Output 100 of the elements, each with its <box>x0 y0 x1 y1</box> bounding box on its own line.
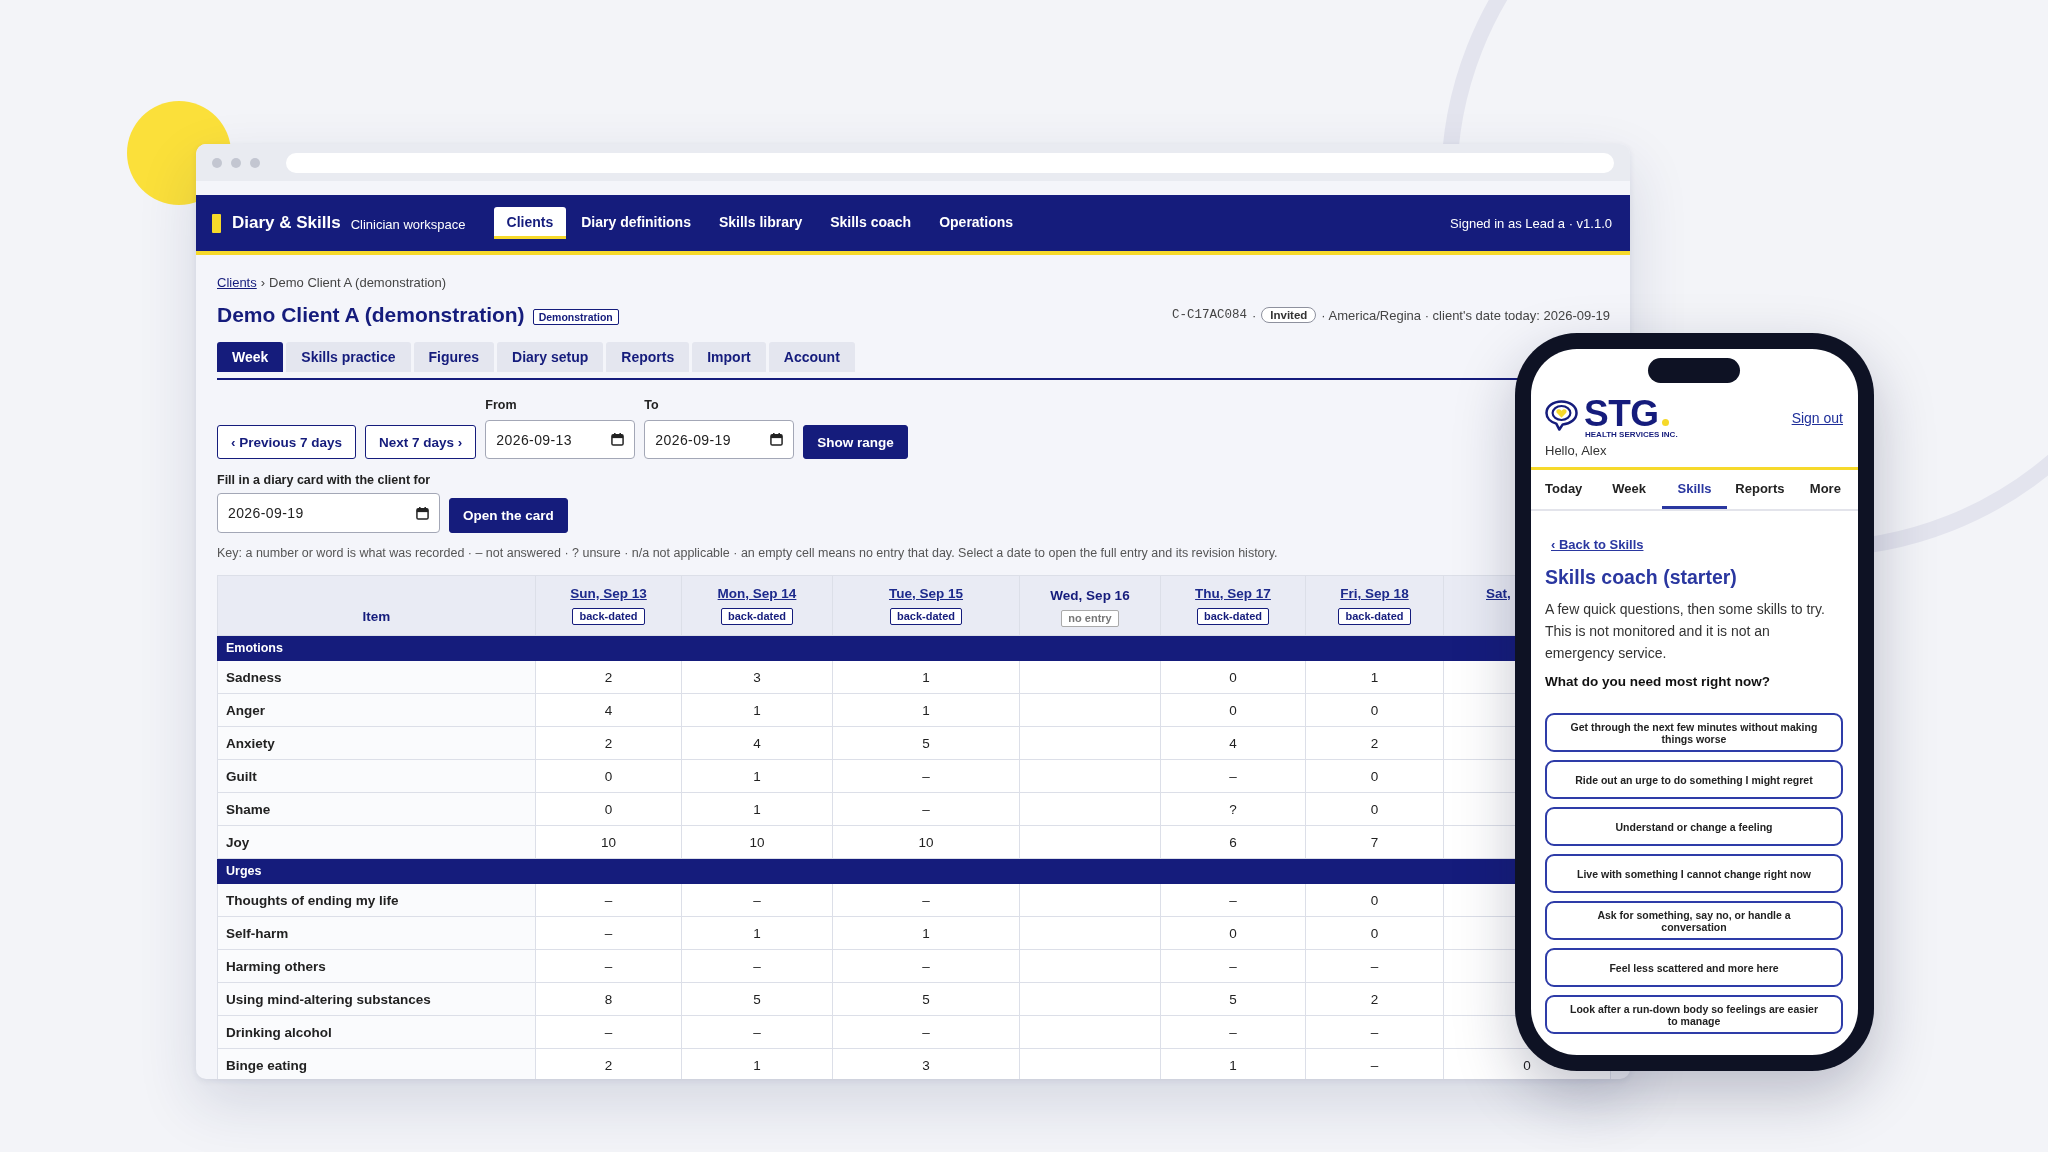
option-button[interactable]: Ride out an urge to do something I might regret <box>1545 760 1843 799</box>
cell-value: – <box>753 1024 761 1040</box>
option-button[interactable]: Live with something I cannot change right now <box>1545 854 1843 893</box>
option-button[interactable]: Ask for something, say no, or handle a conversation <box>1545 901 1843 940</box>
cell-value: 0 <box>604 768 613 784</box>
nav-tab[interactable]: Skills coach <box>817 207 925 239</box>
section-tab[interactable]: Account <box>768 342 855 372</box>
cell-value: 0 <box>604 801 613 817</box>
cell-value: 4 <box>604 702 613 718</box>
cell-value: 4 <box>1229 735 1237 751</box>
cell-value: – <box>1370 958 1379 974</box>
cell-value: 0 <box>1370 801 1379 817</box>
calendar-icon <box>416 506 429 520</box>
breadcrumb-separator: › <box>260 274 266 292</box>
cell-value: 4 <box>753 735 761 751</box>
section-tab[interactable]: Figures <box>413 342 495 372</box>
speech-heart-icon <box>1545 400 1578 431</box>
status-badge: Invited <box>1261 307 1317 323</box>
cell-value: – <box>1229 1024 1237 1040</box>
entry-badge: back-dated <box>1338 608 1411 625</box>
cell-value: 0 <box>1229 669 1237 685</box>
client-id: C-C17AC084 <box>1171 308 1247 322</box>
meta-text: · <box>1251 307 1257 323</box>
date-link[interactable]: Sat, <box>1486 585 1511 602</box>
phone-tab[interactable]: Reports <box>1727 470 1793 509</box>
date-field[interactable]: 2026-09-19 <box>217 493 440 533</box>
date-field[interactable]: 2026-09-13 <box>485 420 636 459</box>
cell-value: – <box>922 1024 930 1040</box>
field-label: Fill in a diary card with the client for <box>217 472 431 488</box>
cell-value: 2 <box>1370 735 1379 751</box>
cell-value: – <box>604 925 613 941</box>
nav-tab[interactable]: Operations <box>926 207 1027 239</box>
cell-value: – <box>604 892 613 908</box>
dot-icon <box>1661 419 1669 426</box>
cell-value: 2 <box>604 1057 613 1073</box>
entry-badge: no entry <box>1061 610 1119 627</box>
app-subtitle: Clinician workspace <box>350 217 466 232</box>
cell-value: – <box>604 1024 613 1040</box>
cell-value: 1 <box>1370 669 1379 685</box>
cell-value: 8 <box>604 991 613 1007</box>
option-button[interactable]: Understand or change a feeling <box>1545 807 1843 846</box>
cell-value: – <box>922 768 930 784</box>
row-label: Drinking alcohol <box>226 1025 332 1040</box>
phone-tab[interactable]: Today <box>1531 470 1597 509</box>
cell-value: 5 <box>922 735 930 751</box>
entry-badge: back-dated <box>1196 608 1270 625</box>
cell-value: – <box>1229 768 1237 784</box>
sign-out-link[interactable]: Sign out <box>1791 410 1843 426</box>
cell-value: – <box>604 958 613 974</box>
demonstration-badge: Demonstration <box>532 308 619 325</box>
date-link[interactable]: Sun, Sep 13 <box>570 585 647 602</box>
date-link[interactable]: Thu, Sep 17 <box>1195 585 1271 602</box>
cell-value: 7 <box>1370 834 1379 850</box>
section-tab[interactable]: Diary setup <box>497 342 604 372</box>
row-label: Guilt <box>226 769 257 784</box>
cell-value: – <box>922 892 930 908</box>
nav-tab[interactable]: Clients <box>493 207 567 239</box>
brand-tagline: HEALTH SERVICES INC. <box>1585 430 1678 439</box>
option-button[interactable]: Feel less scattered and more here <box>1545 948 1843 987</box>
cell-value: 1 <box>753 801 761 817</box>
cell-value: 6 <box>1229 834 1237 850</box>
section-tab[interactable]: Week <box>217 342 284 372</box>
section-tab[interactable]: Skills practice <box>286 342 411 372</box>
row-label: Binge eating <box>226 1058 307 1073</box>
window-dot-icon[interactable] <box>231 157 241 168</box>
previous-week-button[interactable]: ‹ Previous 7 days <box>217 425 357 459</box>
window-dot-icon[interactable] <box>212 157 222 168</box>
option-button[interactable]: Get through the next few minutes without making things worse <box>1545 713 1843 752</box>
date-link[interactable]: Tue, Sep 15 <box>889 585 963 602</box>
nav-tab[interactable]: Skills library <box>705 207 816 239</box>
show-range-button[interactable]: Show range <box>803 425 908 459</box>
window-dot-icon[interactable] <box>250 157 260 168</box>
back-link[interactable]: ‹ Back to Skills <box>1551 537 1644 553</box>
cell-value: – <box>1370 1057 1379 1073</box>
cell-value: 1 <box>753 925 761 941</box>
cell-value: 10 <box>918 834 934 850</box>
phone-tab[interactable]: Skills <box>1661 470 1728 509</box>
section-tab[interactable]: Reports <box>606 342 690 372</box>
cell-value: ? <box>1229 801 1237 817</box>
date-link[interactable]: Fri, Sep 18 <box>1340 585 1409 602</box>
section-tab[interactable]: Import <box>692 342 766 372</box>
option-button[interactable]: Look after a run-down body so feelings are easier to manage <box>1545 995 1843 1034</box>
date-field[interactable]: 2026-09-19 <box>644 420 795 459</box>
nav-tab[interactable]: Diary definitions <box>568 207 704 239</box>
cell-value: 5 <box>753 991 761 1007</box>
cell-value: – <box>1229 892 1237 908</box>
open-card-button[interactable]: Open the card <box>449 498 568 533</box>
breadcrumb-link[interactable]: Clients <box>217 274 257 292</box>
cell-value: 1 <box>922 702 930 718</box>
phone-tab[interactable]: Week <box>1596 470 1662 509</box>
cell-value: – <box>753 892 761 908</box>
date-link[interactable]: Mon, Sep 14 <box>717 585 797 602</box>
cell-value: 10 <box>601 834 616 850</box>
next-week-button[interactable]: Next 7 days › <box>365 425 477 459</box>
row-label: Thoughts of ending my life <box>226 893 399 908</box>
cell-value: 0 <box>1370 768 1379 784</box>
cell-value: – <box>1370 1024 1379 1040</box>
phone-tab[interactable]: More <box>1792 470 1858 509</box>
cell-value: 5 <box>922 991 930 1007</box>
field-label: From <box>485 397 518 413</box>
